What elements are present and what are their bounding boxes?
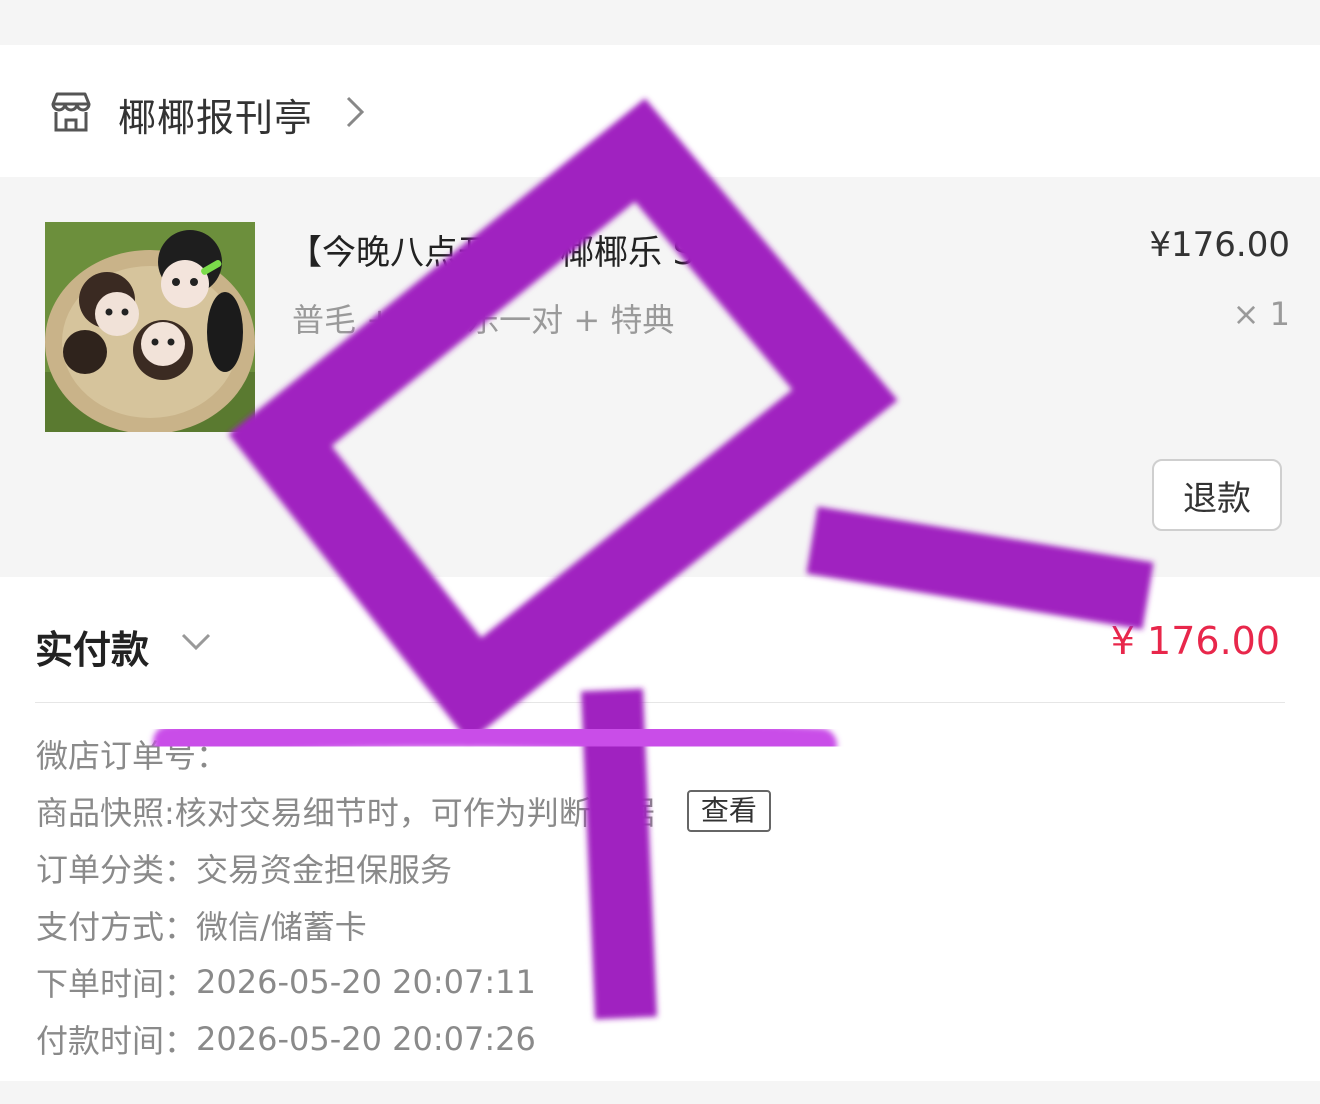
order-number-label: 微店订单号： (36, 736, 229, 775)
chevron-down-icon[interactable] (180, 631, 212, 653)
paid-amount-row[interactable]: 实付款 ¥ 176.00 (0, 577, 1320, 703)
order-number-row: 微店订单号： (36, 725, 1286, 782)
pay-method-value: 微信/储蓄卡 (196, 907, 367, 946)
pay-method-label: 支付方式： (36, 907, 197, 946)
goods-quantity: × 1 (1232, 295, 1290, 333)
shop-name[interactable]: 椰椰报刊亭 (118, 87, 313, 142)
goods-item[interactable]: 【今晚八点开团】椰椰乐 S 普毛 + 椰椰乐一对 + 特典 ¥176.00 × … (0, 177, 1320, 577)
category-label: 订单分类： (36, 850, 197, 889)
category-row: 订单分类： 交易资金担保服务 (36, 839, 1286, 896)
goods-title[interactable]: 【今晚八点开团】椰椰乐 S (288, 225, 694, 274)
order-time-label: 下单时间： (36, 964, 197, 1003)
goods-sku: 普毛 + 椰椰乐一对 + 特典 (292, 301, 675, 339)
order-time-row: 下单时间： 2026-05-20 20:07:11 (36, 953, 1286, 1010)
snapshot-label: 商品快照: (36, 793, 175, 832)
pay-time-row: 付款时间： 2026-05-20 20:07:26 (36, 1010, 1286, 1067)
view-snapshot-button[interactable]: 查看 (686, 789, 771, 832)
divider (35, 702, 1285, 703)
order-time-value: 2026-05-20 20:07:11 (196, 962, 536, 1001)
product-thumbnail[interactable] (45, 222, 255, 432)
shop-header[interactable]: 椰椰报刊亭 (0, 45, 1320, 177)
refund-button[interactable]: 退款 (1152, 459, 1282, 531)
store-icon (51, 92, 91, 132)
pay-time-value: 2026-05-20 20:07:26 (196, 1019, 536, 1058)
order-info-list: 微店订单号： 商品快照: 核对交易细节时，可作为判断依据 查看 订单分类： 交易… (36, 725, 1286, 1067)
pay-method-row: 支付方式： 微信/储蓄卡 (36, 896, 1286, 953)
snapshot-value: 核对交易细节时，可作为判断依据 (174, 793, 655, 832)
paid-amount: ¥ 176.00 (1110, 619, 1280, 663)
pay-time-label: 付款时间： (36, 1021, 197, 1060)
category-value: 交易资金担保服务 (196, 850, 453, 889)
paid-label: 实付款 (35, 628, 150, 672)
order-detail-card: 椰椰报刊亭 【今晚八点开团】椰椰乐 S 普毛 + 椰椰乐一对 + 特典 ¥176… (0, 45, 1320, 1081)
snapshot-row: 商品快照: 核对交易细节时，可作为判断依据 查看 (36, 782, 1286, 839)
chevron-right-icon (346, 96, 365, 128)
goods-price: ¥176.00 (1149, 225, 1290, 265)
